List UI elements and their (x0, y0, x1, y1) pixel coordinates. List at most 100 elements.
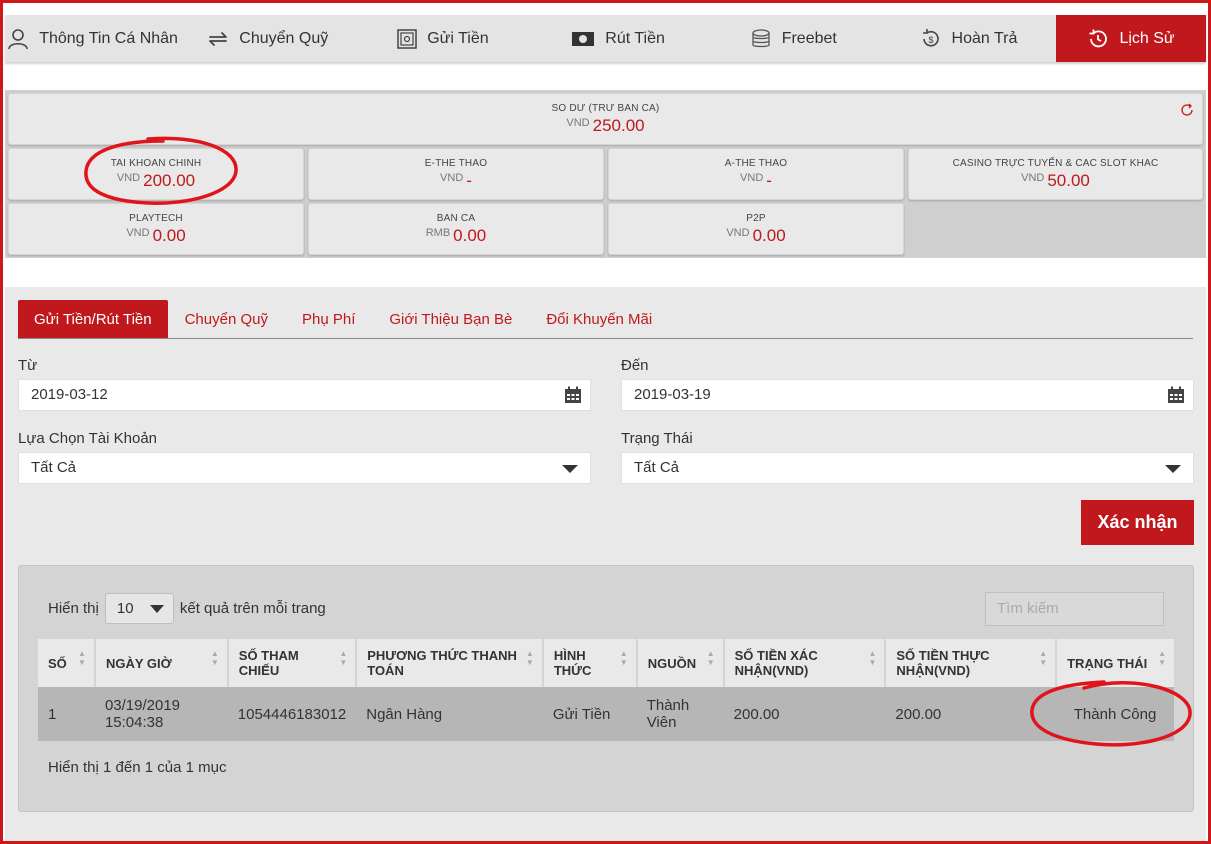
cash-icon (572, 31, 595, 46)
history-icon (1089, 29, 1108, 47)
show-suffix: kết quả trên mỗi trang (179, 600, 326, 617)
page-size-control: Hiển thị 10 kết quả trên mỗi trang (48, 593, 326, 624)
sort-icon: ▲ ▼ (78, 649, 86, 667)
user-icon (8, 28, 29, 49)
sort-icon: ▲ ▼ (868, 649, 877, 667)
account-nav: Thông Tin Cá Nhân Chuyển Quỹ Gửi Tiền Rú… (5, 15, 1207, 62)
svg-text:$: $ (928, 35, 933, 45)
column-header[interactable]: SỐ TIỀN XÁC NHẬN(VND) ▲ ▼ (723, 639, 887, 687)
table-cell: Gửi Tiền (542, 687, 637, 741)
column-header[interactable]: NGÀY GIỜ ▲ ▼ (94, 639, 229, 687)
column-header[interactable]: SỐ THAM CHIẾU ▲ ▼ (227, 639, 358, 687)
nav-item-history[interactable]: Lịch Sử (1056, 15, 1207, 62)
nav-item-transfer[interactable]: Chuyển Quỹ (180, 15, 355, 62)
balance-panel: SO DƯ (TRƯ BAN CA) VND 250.00 TAI KHOAN C… (5, 90, 1206, 258)
account-select[interactable]: Tất Cả (18, 452, 591, 484)
to-date-value: 2019-03-19 (634, 386, 711, 403)
page-size-select[interactable]: 10 (104, 593, 174, 624)
search-input[interactable]: Tìm kiếm (985, 592, 1164, 626)
wallet-e-sports: E-THE THAO VND - (308, 148, 604, 200)
wallet-main: TAI KHOAN CHINH VND 200.00 (8, 148, 304, 200)
column-header[interactable]: SỐ ▲ ▼ (38, 639, 96, 687)
wallet-value: - (466, 171, 472, 190)
tab-fees[interactable]: Phụ Phí (285, 300, 372, 338)
column-header[interactable]: SỐ TIỀN THỰC NHẬN(VND) ▲ ▼ (885, 639, 1058, 687)
results-panel: Hiển thị 10 kết quả trên mỗi trang Tìm k… (18, 565, 1194, 812)
column-header[interactable]: NGUỒN ▲ ▼ (636, 639, 725, 687)
sort-icon: ▲ ▼ (1039, 649, 1048, 667)
table-cell: 1 (38, 687, 95, 741)
wallet-playtech: PLAYTECH VND 0.00 (8, 203, 304, 255)
from-label: Từ (18, 357, 38, 374)
sort-icon: ▲ ▼ (339, 649, 348, 667)
wallet-value: - (766, 171, 772, 190)
column-header[interactable]: TRẠNG THÁI ▲ ▼ (1056, 639, 1174, 687)
sort-icon: ▲ ▼ (525, 649, 534, 667)
wallet-label: PLAYTECH (129, 213, 183, 224)
chevron-down-icon (562, 465, 578, 473)
column-header[interactable]: HÌNH THỨC ▲ ▼ (542, 639, 638, 687)
status-select[interactable]: Tất Cả (621, 452, 1194, 484)
wallet-label: E-THE THAO (424, 158, 488, 169)
wallet-value: 50.00 (1047, 171, 1090, 190)
to-date-field[interactable]: 2019-03-19 (621, 379, 1194, 411)
to-label: Đến (621, 357, 649, 374)
status-cell: Thành Công (1056, 687, 1174, 741)
account-select-label: Lựa Chọn Tài Khoản (18, 430, 158, 447)
history-section: Gửi Tiền/Rút Tiền Chuyển Quỹ Phụ Phí Giớ… (5, 287, 1206, 841)
currency-label: VND (726, 227, 750, 239)
table-cell: Ngân Hàng (356, 687, 543, 741)
nav-item-label: Thông Tin Cá Nhân (39, 29, 178, 47)
wallet-a-sports: A-THE THAO VND - (608, 148, 904, 200)
sort-icon: ▲ ▼ (1158, 649, 1166, 667)
confirm-button[interactable]: Xác nhận (1081, 500, 1194, 545)
wallet-value: 0.00 (152, 226, 186, 245)
wallet-casino: CASINO TRỰC TUYẾN & CAC SLOT KHAC VND 50.… (908, 148, 1203, 200)
wallet-label: A-THE THAO (724, 158, 788, 169)
nav-item-profile[interactable]: Thông Tin Cá Nhân (5, 15, 180, 62)
total-balance-box: SO DƯ (TRƯ BAN CA) VND 250.00 (8, 93, 1203, 145)
nav-item-deposit[interactable]: Gửi Tiền (355, 15, 530, 62)
wallet-label: CASINO TRỰC TUYẾN & CAC SLOT KHAC (952, 158, 1159, 169)
wallet-value: 0.00 (752, 226, 786, 245)
coins-icon (752, 28, 770, 47)
table-cell: 03/19/2019 15:04:38 (94, 687, 228, 741)
sort-icon: ▲ ▼ (619, 649, 628, 667)
wallet-fishing: BAN CA RMB 0.00 (308, 203, 604, 255)
wallet-label: TAI KHOAN CHINH (110, 158, 202, 169)
nav-item-label: Chuyển Quỹ (239, 29, 329, 47)
table-row: 1 03/19/2019 15:04:38 1054446183012 Ngân… (38, 687, 1174, 741)
nav-item-label: Hoàn Trả (951, 29, 1018, 47)
nav-item-withdraw[interactable]: Rút Tiền (531, 15, 706, 62)
tab-deposit-withdraw[interactable]: Gửi Tiền/Rút Tiền (18, 300, 168, 338)
currency-label: VND (566, 117, 590, 129)
wallet-p2p: P2P VND 0.00 (608, 203, 904, 255)
total-balance-value: 250.00 (592, 116, 645, 135)
tab-referral[interactable]: Giới Thiệu Bạn Bè (372, 300, 529, 338)
sort-icon: ▲ ▼ (706, 649, 715, 667)
refund-icon: $ (922, 28, 939, 47)
refresh-icon[interactable] (1180, 103, 1194, 117)
from-date-field[interactable]: 2019-03-12 (18, 379, 591, 411)
column-header[interactable]: PHƯƠNG THỨC THANH TOÁN ▲ ▼ (356, 639, 544, 687)
wallet-value: 200.00 (143, 171, 196, 190)
table-cell: 200.00 (723, 687, 886, 741)
from-date-value: 2019-03-12 (31, 386, 108, 403)
currency-label: RMB (425, 227, 451, 239)
wallet-value: 0.00 (453, 226, 487, 245)
nav-item-refund[interactable]: $ Hoàn Trả (881, 15, 1056, 62)
currency-label: VND (126, 227, 150, 239)
calendar-icon[interactable] (564, 386, 582, 404)
history-table: SỐ ▲ ▼ NGÀY GIỜ ▲ ▼ SỐ THAM CHIẾU ▲ ▼ PHƯƠNG T… (38, 639, 1174, 741)
chevron-down-icon (1165, 465, 1181, 473)
transfer-icon (209, 31, 228, 46)
page-size-value: 10 (116, 600, 134, 617)
nav-item-freebet[interactable]: Freebet (706, 15, 881, 62)
nav-item-label: Lịch Sử (1119, 29, 1175, 47)
history-tabs: Gửi Tiền/Rút Tiền Chuyển Quỹ Phụ Phí Giớ… (18, 300, 1193, 339)
tab-promotion[interactable]: Đổi Khuyến Mãi (529, 300, 669, 338)
status-select-value: Tất Cả (634, 459, 680, 476)
calendar-icon[interactable] (1167, 386, 1185, 404)
tab-transfer[interactable]: Chuyển Quỹ (168, 300, 285, 338)
table-header-row: SỐ ▲ ▼ NGÀY GIỜ ▲ ▼ SỐ THAM CHIẾU ▲ ▼ PHƯƠNG T… (38, 639, 1174, 687)
